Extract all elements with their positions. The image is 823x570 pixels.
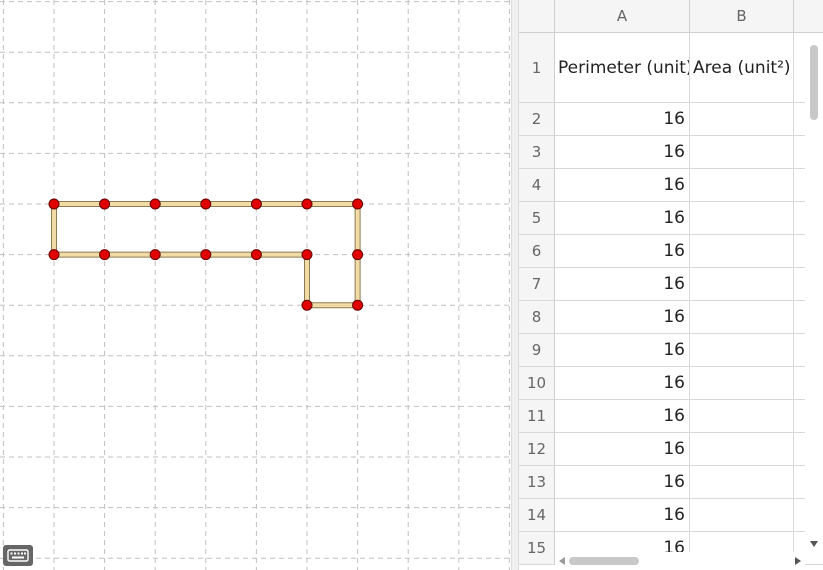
cell-area[interactable] — [690, 499, 794, 532]
vertex-point[interactable] — [200, 249, 212, 261]
horizontal-scrollbar[interactable] — [555, 552, 805, 570]
column-header-c[interactable] — [794, 0, 823, 33]
vertex-point[interactable] — [250, 198, 262, 210]
cell-area[interactable] — [690, 235, 794, 268]
geometry-canvas[interactable] — [0, 0, 511, 570]
horizontal-scroll-thumb[interactable] — [569, 557, 639, 565]
vertex-point[interactable] — [48, 249, 60, 261]
row-header[interactable]: 12 — [519, 433, 555, 466]
row-header[interactable]: 2 — [519, 103, 555, 136]
vertical-scroll-thumb[interactable] — [810, 45, 818, 120]
vertex-point[interactable] — [301, 299, 313, 311]
vertex-point[interactable] — [352, 249, 364, 261]
vertex-point[interactable] — [200, 198, 212, 210]
row-header[interactable]: 8 — [519, 301, 555, 334]
cell-b1[interactable]: Area (unit²) — [690, 33, 794, 103]
cell-area[interactable] — [690, 466, 794, 499]
vertical-scrollbar[interactable] — [805, 33, 823, 553]
cell-perimeter[interactable]: 16 — [555, 433, 690, 466]
scroll-left-arrow-icon[interactable] — [559, 557, 565, 565]
cell-perimeter[interactable]: 16 — [555, 202, 690, 235]
cell-perimeter[interactable]: 16 — [555, 136, 690, 169]
cell-area[interactable] — [690, 268, 794, 301]
cell-area[interactable] — [690, 169, 794, 202]
cell-a1[interactable]: Perimeter (unit) — [555, 33, 690, 103]
cell-area[interactable] — [690, 367, 794, 400]
cell-perimeter[interactable]: 16 — [555, 268, 690, 301]
cell-area[interactable] — [690, 433, 794, 466]
cell-perimeter[interactable]: 16 — [555, 367, 690, 400]
row-header[interactable]: 5 — [519, 202, 555, 235]
sheet-corner[interactable] — [519, 0, 555, 33]
cell-area[interactable] — [690, 400, 794, 433]
vertex-point[interactable] — [301, 198, 313, 210]
row-header[interactable]: 4 — [519, 169, 555, 202]
cell-perimeter[interactable]: 16 — [555, 334, 690, 367]
view-divider[interactable] — [511, 0, 519, 570]
row-header[interactable]: 14 — [519, 499, 555, 532]
keyboard-button[interactable] — [3, 545, 33, 566]
column-header-a[interactable]: A — [555, 0, 690, 33]
cell-area[interactable] — [690, 136, 794, 169]
cell-perimeter[interactable]: 16 — [555, 400, 690, 433]
vertex-point[interactable] — [301, 249, 313, 261]
graphics-view[interactable] — [0, 0, 511, 570]
cell-perimeter[interactable]: 16 — [555, 499, 690, 532]
vertex-point[interactable] — [149, 249, 161, 261]
row-header[interactable]: 3 — [519, 136, 555, 169]
cell-area[interactable] — [690, 202, 794, 235]
cell-perimeter[interactable]: 16 — [555, 103, 690, 136]
cell-perimeter[interactable]: 16 — [555, 466, 690, 499]
vertex-point[interactable] — [48, 198, 60, 210]
cell-perimeter[interactable]: 16 — [555, 169, 690, 202]
vertex-point[interactable] — [352, 299, 364, 311]
scroll-right-arrow-icon[interactable] — [795, 557, 801, 565]
vertex-point[interactable] — [99, 249, 111, 261]
vertex-point[interactable] — [352, 198, 364, 210]
row-header[interactable]: 6 — [519, 235, 555, 268]
spreadsheet-view[interactable]: A B 1 Perimeter (unit) Area (unit²) 2 16 3… — [519, 0, 823, 570]
row-header[interactable]: 11 — [519, 400, 555, 433]
vertex-point[interactable] — [99, 198, 111, 210]
row-header-1[interactable]: 1 — [519, 33, 555, 103]
row-header[interactable]: 9 — [519, 334, 555, 367]
vertex-point[interactable] — [149, 198, 161, 210]
row-header[interactable]: 10 — [519, 367, 555, 400]
cell-area[interactable] — [690, 301, 794, 334]
cell-area[interactable] — [690, 103, 794, 136]
row-header[interactable]: 13 — [519, 466, 555, 499]
cell-perimeter[interactable]: 16 — [555, 301, 690, 334]
keyboard-icon — [7, 549, 29, 562]
row-header[interactable]: 15 — [519, 532, 555, 565]
vertex-point[interactable] — [250, 249, 262, 261]
column-header-b[interactable]: B — [690, 0, 794, 33]
cell-area[interactable] — [690, 334, 794, 367]
cell-perimeter[interactable]: 16 — [555, 235, 690, 268]
row-header[interactable]: 7 — [519, 268, 555, 301]
scroll-down-arrow-icon[interactable] — [810, 541, 818, 547]
